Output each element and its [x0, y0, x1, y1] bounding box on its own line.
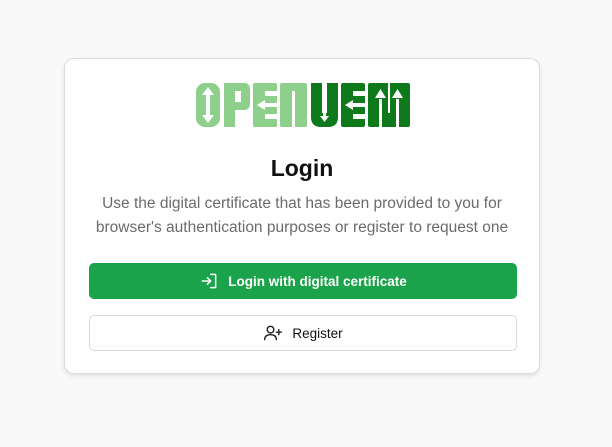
login-with-certificate-button[interactable]: Login with digital certificate	[89, 263, 517, 299]
user-plus-icon	[263, 323, 283, 343]
page-title: Login	[270, 155, 334, 181]
login-card: Login Use the digital certificate that h…	[64, 58, 540, 374]
openuem-logo	[196, 83, 410, 127]
login-with-certificate-label: Login with digital certificate	[228, 273, 407, 289]
login-arrow-icon	[199, 271, 219, 291]
register-label: Register	[292, 325, 343, 341]
login-description: Use the digital certificate that has bee…	[95, 195, 509, 236]
register-button[interactable]: Register	[89, 315, 517, 351]
